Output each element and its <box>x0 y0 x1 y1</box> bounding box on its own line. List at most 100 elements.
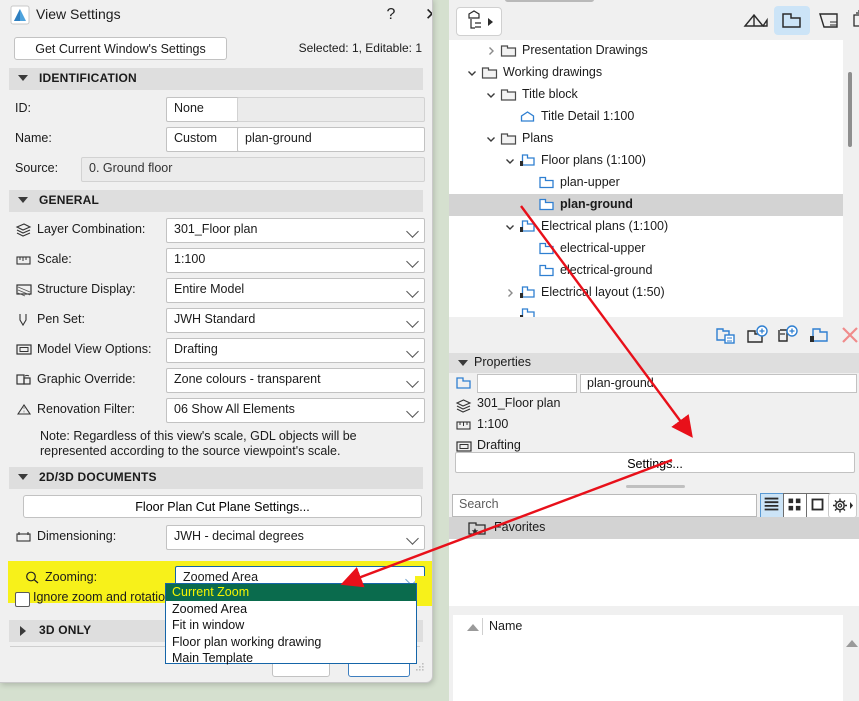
tree-item[interactable]: Plans <box>449 128 843 150</box>
clone-folder-icon[interactable] <box>714 323 738 347</box>
sort-ascending-icon[interactable] <box>467 624 479 631</box>
tree-item[interactable]: plan-ground <box>449 194 843 216</box>
chevron-right-icon[interactable] <box>486 46 496 56</box>
favorites-folder-icon <box>468 522 486 535</box>
dropdown-option-main-template[interactable]: Main Template <box>166 650 416 667</box>
structure-display-dropdown[interactable]: Entire Model <box>166 278 425 303</box>
list-scrollbar-track[interactable] <box>843 615 859 701</box>
layer-combination-dropdown[interactable]: 301_Floor plan <box>166 218 425 243</box>
layer-combination-row: Layer Combination: 301_Floor plan <box>9 215 425 245</box>
view-map-tab[interactable] <box>774 6 810 35</box>
favorites-row[interactable]: Favorites <box>449 517 859 539</box>
tree-item[interactable]: Presentation Drawings <box>449 40 843 62</box>
tree-item[interactable]: Electrical layout (1:50) <box>449 282 843 304</box>
model-view-options-dropdown[interactable]: Drafting <box>166 338 425 363</box>
tree-item-label: electrical-upper <box>560 241 646 255</box>
property-id-field[interactable] <box>477 374 577 393</box>
panel-drag-handle[interactable] <box>505 0 594 2</box>
resize-grip-icon[interactable] <box>416 663 425 672</box>
chevron-down-icon[interactable] <box>505 222 515 232</box>
tree-item[interactable]: Title Detail 1:100 <box>449 106 843 128</box>
id-text-field[interactable] <box>237 97 425 122</box>
tree-toolbar <box>449 317 859 353</box>
delete-icon[interactable] <box>838 323 859 347</box>
documents-section-header[interactable]: 2D/3D DOCUMENTS <box>9 467 423 489</box>
layers-icon <box>455 399 472 413</box>
view-map-icon <box>782 13 801 28</box>
property-name-field[interactable]: plan-ground <box>580 374 857 393</box>
tree-item[interactable]: electrical-ground <box>449 260 843 282</box>
get-current-window-settings-button[interactable]: Get Current Window's Settings <box>14 37 227 60</box>
zooming-label: Zooming: <box>45 570 98 584</box>
chevron-right-icon[interactable] <box>505 288 515 298</box>
name-row: Name: Custom plan-ground <box>9 124 425 154</box>
renovation-icon <box>16 404 32 415</box>
general-section-header[interactable]: GENERAL <box>9 190 423 212</box>
settings-button[interactable]: Settings... <box>455 452 855 473</box>
list-view-button[interactable] <box>760 493 785 518</box>
ruler-icon <box>456 421 471 430</box>
dimensioning-icon <box>16 532 31 542</box>
dropdown-option-current-zoom[interactable]: Current Zoom <box>166 584 416 601</box>
viewset-icon <box>520 286 535 298</box>
tree-item[interactable]: electrical-upper <box>449 238 843 260</box>
search-input[interactable]: Search <box>452 494 757 517</box>
save-view-icon[interactable] <box>807 323 831 347</box>
layers-icon <box>15 223 32 237</box>
folder-icon <box>481 67 498 79</box>
pen-icon <box>19 314 27 327</box>
view-icon <box>539 198 554 211</box>
zooming-dropdown-list[interactable]: Current Zoom Zoomed Area Fit in window F… <box>165 583 417 667</box>
tree-item[interactable]: Electrical plans (1:100) <box>449 216 843 238</box>
tree-item[interactable]: Working drawings <box>449 62 843 84</box>
pen-set-dropdown[interactable]: JWH Standard <box>166 308 425 333</box>
folder-icon <box>500 89 517 101</box>
view-map-tree[interactable]: Presentation Drawings Working drawings Tit… <box>449 40 843 317</box>
dimensioning-dropdown[interactable]: JWH - decimal degrees <box>166 525 425 550</box>
properties-title: Properties <box>474 355 531 369</box>
chevron-down-icon[interactable] <box>467 68 477 78</box>
new-folder-icon[interactable] <box>776 323 800 347</box>
name-text-field[interactable]: plan-ground <box>237 127 425 152</box>
ignore-zoom-checkbox[interactable] <box>15 592 30 607</box>
view-settings-gear-button[interactable] <box>828 493 857 518</box>
close-button[interactable]: ✕ <box>419 2 432 28</box>
tree-item-clipped[interactable] <box>449 304 843 317</box>
project-map-tab[interactable] <box>738 6 774 35</box>
tree-item[interactable]: Title block <box>449 84 843 106</box>
new-view-icon[interactable] <box>745 323 769 347</box>
properties-section-header[interactable]: Properties <box>449 353 859 373</box>
help-button[interactable]: ? <box>378 2 404 28</box>
graphic-override-label: Graphic Override: <box>37 372 136 386</box>
scroll-up-icon[interactable] <box>846 640 858 647</box>
tree-item[interactable]: Floor plans (1:100) <box>449 150 843 172</box>
view-icon <box>539 264 554 277</box>
publisher-sets-tab[interactable] <box>846 6 859 35</box>
chevron-down-icon[interactable] <box>486 134 496 144</box>
navigator-menu-button[interactable] <box>456 7 502 36</box>
favorites-body <box>449 539 859 606</box>
identification-section-header[interactable]: IDENTIFICATION <box>9 68 423 90</box>
dropdown-option-zoomed-area[interactable]: Zoomed Area <box>166 601 416 618</box>
favorites-drag-handle[interactable] <box>626 485 685 488</box>
scale-dropdown[interactable]: 1:100 <box>166 248 425 273</box>
tree-scrollbar-thumb[interactable] <box>848 72 852 147</box>
renovation-filter-row: Renovation Filter: 06 Show All Elements <box>9 395 425 425</box>
dropdown-option-floor-plan-working-drawing[interactable]: Floor plan working drawing <box>166 634 416 651</box>
pen-set-label: Pen Set: <box>37 312 85 326</box>
floor-plan-cut-plane-settings-button[interactable]: Floor Plan Cut Plane Settings... <box>23 495 422 518</box>
model-view-options-row: Model View Options: Drafting <box>9 335 425 365</box>
layout-book-tab[interactable] <box>810 6 846 35</box>
view-icon <box>539 176 554 189</box>
chevron-down-icon[interactable] <box>505 156 515 166</box>
property-name-row: plan-ground <box>449 373 859 393</box>
grid-view-button[interactable] <box>783 493 808 518</box>
column-header-name: Name <box>489 619 523 633</box>
graphic-override-dropdown[interactable]: Zone colours - transparent <box>166 368 425 393</box>
dimensioning-label: Dimensioning: <box>37 529 117 543</box>
renovation-filter-dropdown[interactable]: 06 Show All Elements <box>166 398 425 423</box>
tree-item[interactable]: plan-upper <box>449 172 843 194</box>
chevron-down-icon[interactable] <box>486 90 496 100</box>
dropdown-option-fit-in-window[interactable]: Fit in window <box>166 617 416 634</box>
tree-item-label: Presentation Drawings <box>522 43 648 57</box>
